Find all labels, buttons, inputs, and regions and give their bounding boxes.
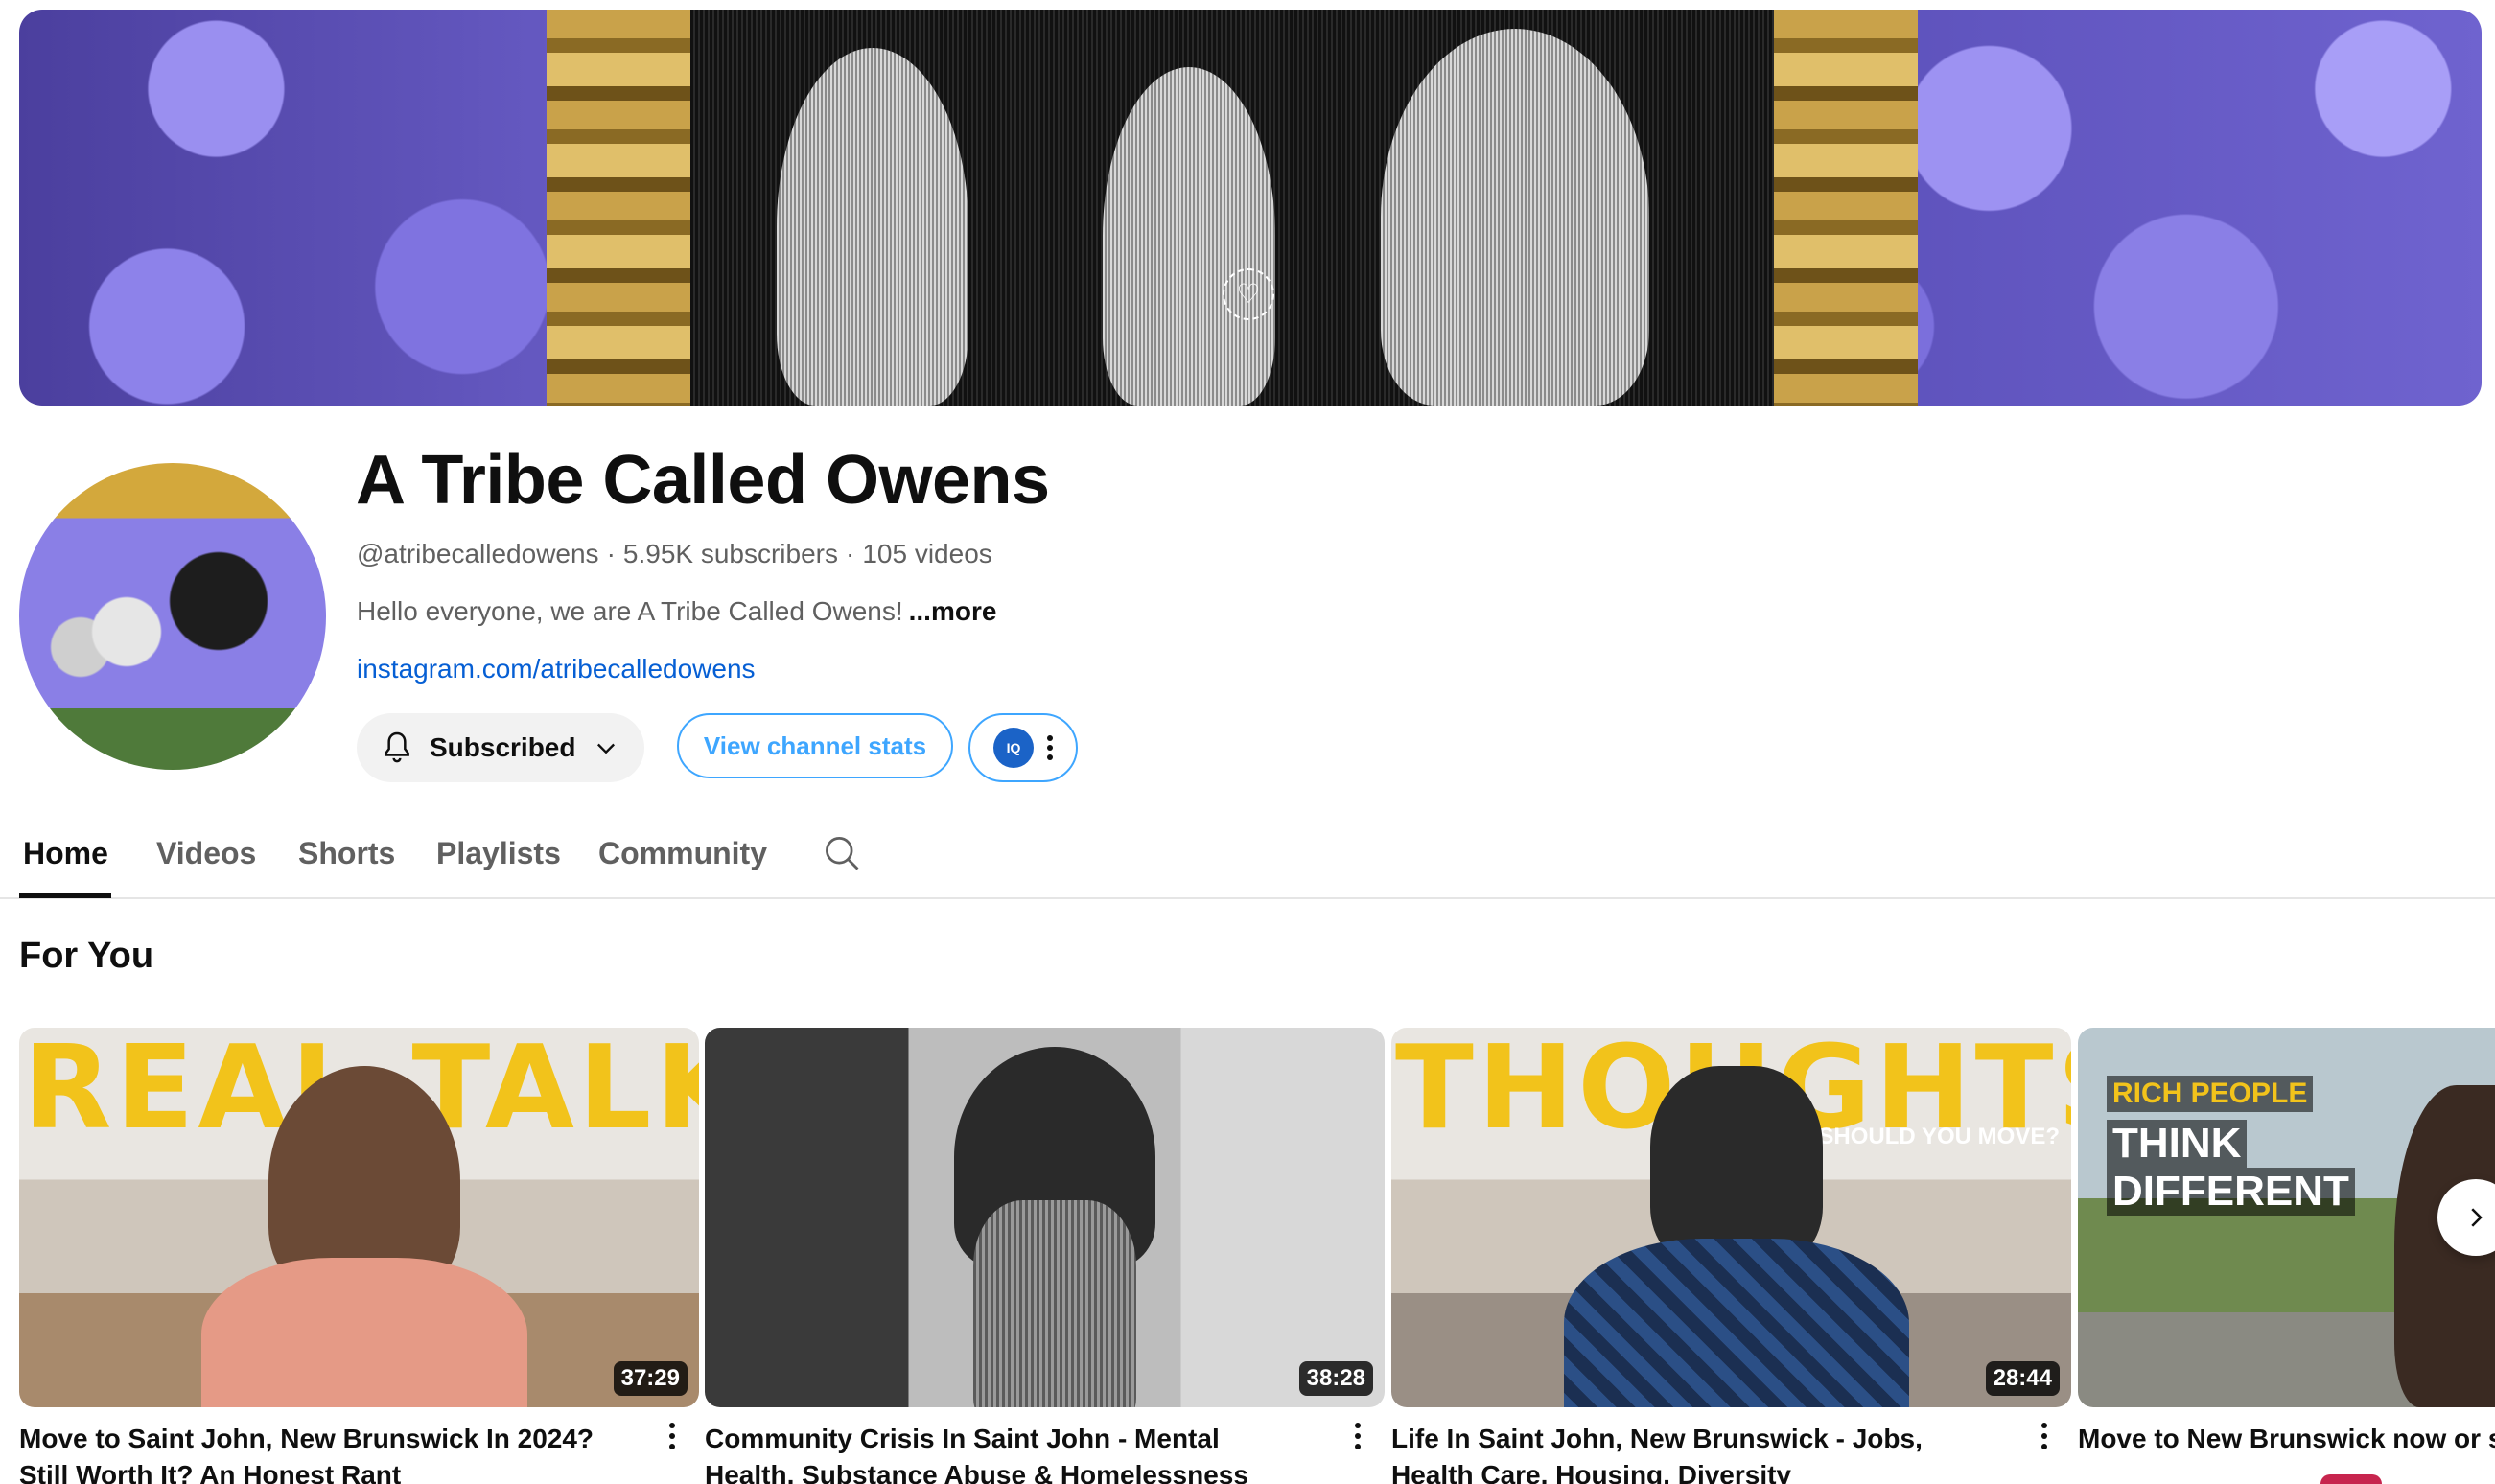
thumbnail-person-shirt [1564, 1239, 1909, 1407]
more-vert-icon[interactable] [1355, 1423, 1361, 1449]
video-title[interactable]: Move to Saint John, New Brunswick In 202… [19, 1421, 614, 1484]
thumbnail-person-head [1650, 1066, 1823, 1267]
thumbnail-subtext: SHOULD YOU MOVE? [1818, 1124, 2060, 1149]
video-duration: 28:44 [1985, 1361, 2060, 1396]
chevron-right-icon [2471, 1208, 2483, 1227]
notification-badge [2320, 1474, 2382, 1484]
video-thumbnail[interactable]: RICH PEOPLE THINK DIFFERENT [2078, 1028, 2495, 1407]
video-title[interactable]: Life In Saint John, New Brunswick - Jobs… [1391, 1421, 1986, 1484]
thumbnail-text-line: DIFFERENT [2107, 1168, 2355, 1216]
thumbnail-person-shirt [201, 1258, 527, 1407]
more-vert-icon[interactable] [669, 1423, 675, 1449]
video-title[interactable]: Community Crisis In Saint John - Mental … [705, 1421, 1299, 1484]
thumbnail-text-line: RICH PEOPLE [2107, 1076, 2314, 1112]
video-thumbnail[interactable]: REAL TALK 37:29 [19, 1028, 699, 1407]
thumbnail-person-beard [973, 1200, 1136, 1407]
video-thumbnail[interactable]: THOUGHTS SHOULD YOU MOVE? 28:44 [1391, 1028, 2071, 1407]
video-thumbnail[interactable]: 38:28 [705, 1028, 1385, 1407]
more-vert-icon[interactable] [2041, 1423, 2047, 1449]
video-duration: 38:28 [1298, 1361, 1373, 1396]
video-shelf: REAL TALK 37:29 Move to Saint John, New … [0, 0, 2495, 1484]
video-title[interactable]: Move to New Brunswick now or st [2078, 1421, 2495, 1457]
thumbnail-text-line: THINK [2107, 1120, 2248, 1168]
video-card[interactable]: REAL TALK 37:29 Move to Saint John, New … [19, 1028, 699, 1484]
video-card[interactable]: 38:28 Community Crisis In Saint John - M… [705, 1028, 1385, 1484]
video-card[interactable]: THOUGHTS SHOULD YOU MOVE? 28:44 Life In … [1391, 1028, 2071, 1484]
video-duration: 37:29 [613, 1361, 688, 1396]
video-card[interactable]: RICH PEOPLE THINK DIFFERENT Move to New … [2078, 1028, 2495, 1453]
